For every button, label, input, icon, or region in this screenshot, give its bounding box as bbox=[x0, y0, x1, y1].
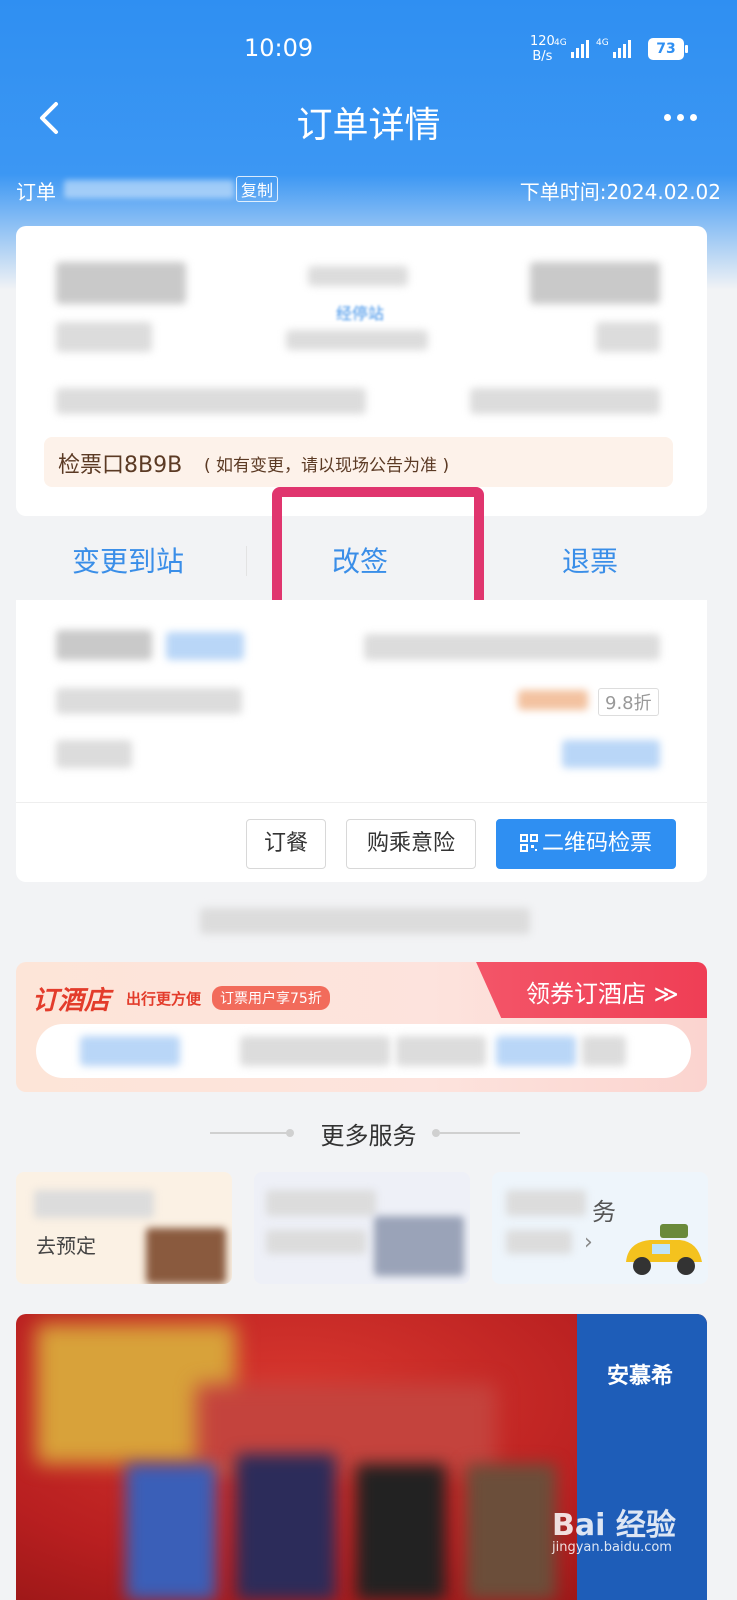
refund-button[interactable]: 退票 bbox=[562, 540, 618, 580]
baidu-watermark: Bai 经验 jingyan.baidu.com bbox=[552, 1508, 676, 1555]
hotel-banner[interactable]: 订酒店 出行更方便 订票用户享75折 领券订酒店 ≫ bbox=[16, 962, 707, 1092]
service-card-middle[interactable] bbox=[254, 1172, 470, 1284]
carriage-redacted bbox=[56, 740, 132, 768]
person-image-1 bbox=[126, 1464, 216, 1600]
signal-icon: 4G bbox=[554, 38, 589, 58]
insurance-button[interactable]: 购乘意险 bbox=[346, 819, 476, 869]
date-info-redacted bbox=[56, 388, 366, 414]
ticket-type-redacted bbox=[56, 688, 242, 714]
status-bar: 10:09 120 B/s 4G 4G 73 bbox=[0, 0, 737, 90]
arrival-time-redacted bbox=[530, 262, 660, 304]
order-meta: 订单 复制 下单时间:2024.02.02 bbox=[16, 176, 721, 204]
discount-badge: 9.8折 bbox=[598, 688, 659, 716]
chevron-right-icon: › bbox=[584, 1230, 593, 1255]
highlight-box bbox=[272, 487, 484, 615]
departure-station-redacted bbox=[56, 322, 152, 352]
service-card-food[interactable]: 去预定 bbox=[16, 1172, 232, 1284]
ticket-gate-notice: 检票口8B9B ( 如有变更，请以现场公告为准 ) bbox=[44, 437, 673, 487]
ticket-gate-note: ( 如有变更，请以现场公告为准 ) bbox=[204, 456, 450, 476]
hotel-date-redacted bbox=[240, 1036, 390, 1066]
service-button-row: 订餐 购乘意险 二维码检票 bbox=[16, 802, 707, 882]
service-card-taxi[interactable]: 务 › bbox=[492, 1172, 708, 1284]
via-stops-link[interactable]: 经停站 bbox=[320, 300, 400, 324]
nav-bar: 订单详情 bbox=[0, 90, 737, 160]
qr-code-icon bbox=[519, 834, 538, 852]
more-dots-icon[interactable] bbox=[664, 114, 697, 121]
hotel-subtitle: 出行更方便 bbox=[126, 990, 202, 1008]
arrival-station-redacted bbox=[596, 322, 660, 352]
duration-redacted bbox=[308, 266, 408, 286]
passenger-type-redacted bbox=[166, 632, 244, 660]
food-image bbox=[146, 1228, 226, 1284]
signal-icon-2: 4G bbox=[596, 38, 631, 58]
divider-dot-right bbox=[432, 1129, 440, 1137]
hotel-discount-badge: 订票用户享75折 bbox=[212, 986, 330, 1010]
person-image-3 bbox=[356, 1464, 446, 1600]
id-number-redacted bbox=[364, 634, 660, 660]
order-number-label: 订单 bbox=[16, 180, 56, 204]
promo-banner[interactable]: 安慕希 bbox=[16, 1314, 707, 1600]
battery-icon: 73 bbox=[648, 38, 688, 60]
ticket-gate-text: 检票口8B9B bbox=[58, 453, 183, 478]
change-station-button[interactable]: 变更到站 bbox=[72, 540, 184, 580]
more-services-title: 更多服务 bbox=[320, 1122, 417, 1150]
taxi-icon bbox=[626, 1224, 702, 1275]
tip-text-redacted bbox=[200, 908, 530, 934]
order-number-redacted bbox=[64, 180, 234, 198]
seat-info-redacted bbox=[470, 388, 660, 414]
divider bbox=[246, 546, 247, 576]
status-time: 10:09 bbox=[244, 34, 314, 62]
qr-ticket-label: 二维码检票 bbox=[541, 831, 652, 856]
meal-button[interactable]: 订餐 bbox=[246, 819, 326, 869]
person-image-4 bbox=[466, 1464, 556, 1600]
network-speed: 120 B/s bbox=[530, 34, 555, 64]
copy-button[interactable]: 复制 bbox=[236, 176, 279, 202]
brand-panel bbox=[577, 1314, 707, 1600]
divider-right bbox=[440, 1132, 520, 1134]
detail-link-redacted[interactable] bbox=[562, 740, 660, 768]
qr-ticket-button[interactable]: 二维码检票 bbox=[496, 819, 676, 869]
promo-brand: 安慕希 bbox=[606, 1364, 673, 1389]
departure-time-redacted bbox=[56, 262, 186, 304]
hotel-city-redacted bbox=[80, 1036, 180, 1066]
hotel-title: 订酒店 bbox=[32, 986, 111, 1016]
order-time: 下单时间:2024.02.02 bbox=[519, 180, 721, 204]
hotel-nights-redacted bbox=[396, 1036, 486, 1066]
passenger-name-redacted bbox=[56, 630, 152, 660]
train-number-redacted bbox=[286, 330, 428, 350]
hotel-extra-redacted bbox=[582, 1036, 626, 1066]
page-title: 订单详情 bbox=[296, 105, 441, 146]
price-redacted bbox=[518, 690, 588, 710]
hotel-coupon-button[interactable]: 领券订酒店 ≫ bbox=[476, 962, 707, 1018]
person-image-2 bbox=[236, 1454, 336, 1600]
hotel-checkout-redacted bbox=[496, 1036, 576, 1066]
